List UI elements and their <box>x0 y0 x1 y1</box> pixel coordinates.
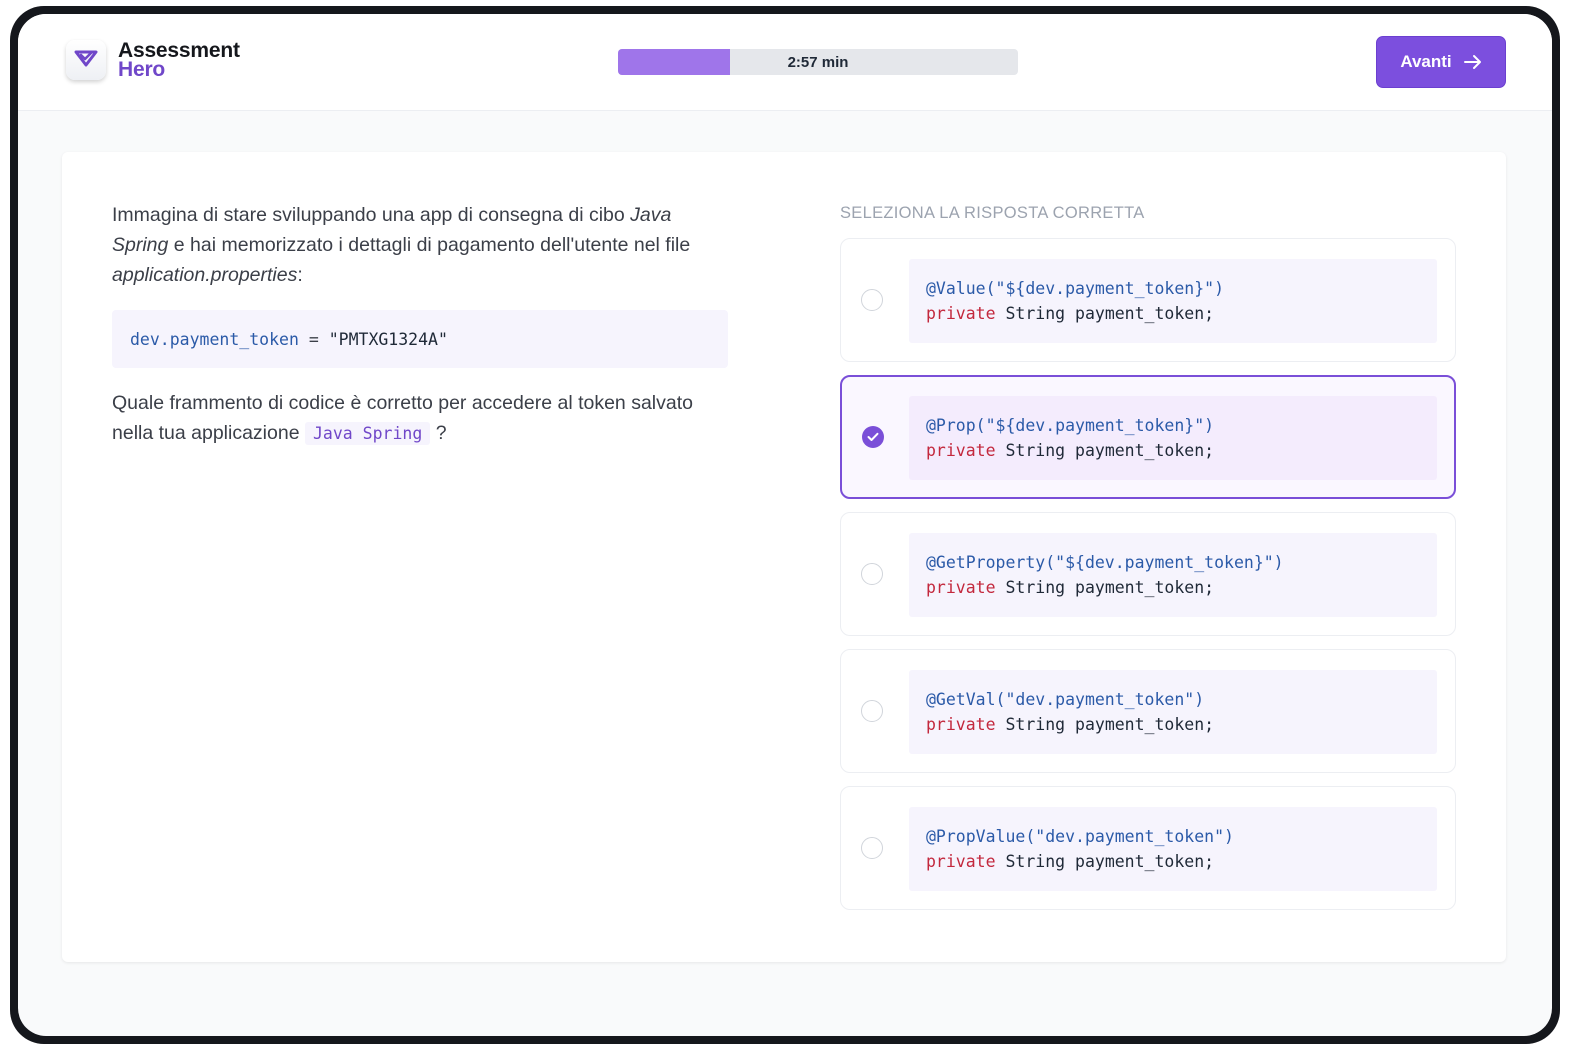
answer-option-3[interactable]: @GetProperty("${dev.payment_token}") pri… <box>840 512 1456 636</box>
next-button[interactable]: Avanti <box>1376 36 1506 88</box>
code-keyword: private <box>926 304 996 323</box>
intro-text-3: : <box>297 264 303 286</box>
radio-button[interactable] <box>861 700 883 722</box>
timer-progress-bar: 2:57 min <box>618 49 1018 75</box>
option-code: @Value("${dev.payment_token}") private S… <box>909 259 1437 343</box>
code-declaration: String payment_token; <box>995 441 1215 460</box>
code-annotation: @GetProperty("${dev.payment_token}") <box>926 553 1284 572</box>
radio-button-checked[interactable] <box>862 426 884 448</box>
code-declaration: String payment_token; <box>995 304 1215 323</box>
top-bar: Assessment Hero 2:57 min Avanti <box>18 14 1552 111</box>
logo-subtitle: Hero <box>118 58 166 81</box>
code-annotation: @Prop("${dev.payment_token}") <box>926 416 1215 435</box>
prompt-end: ? <box>435 422 447 444</box>
answer-option-4[interactable]: @GetVal("dev.payment_token") private Str… <box>840 649 1456 773</box>
answers-title: SELEZIONA LA RISPOSTA CORRETTA <box>840 204 1145 222</box>
code-key: dev.payment_token <box>130 329 299 349</box>
code-keyword: private <box>926 441 996 460</box>
intro-text-1: Immagina di stare sviluppando una app di… <box>112 204 631 226</box>
radio-button[interactable] <box>861 563 883 585</box>
question-intro: Immagina di stare sviluppando una app di… <box>112 200 732 290</box>
app-screen: Assessment Hero 2:57 min Avanti Immagina… <box>18 14 1552 1036</box>
logo-badge <box>66 40 106 80</box>
answer-option-2[interactable]: @Prop("${dev.payment_token}") private St… <box>840 375 1456 499</box>
properties-code-block: dev.payment_token = "PMTXG1324A" <box>112 310 728 368</box>
question-card: Immagina di stare sviluppando una app di… <box>62 152 1506 962</box>
device-frame: Assessment Hero 2:57 min Avanti Immagina… <box>10 6 1560 1044</box>
code-keyword: private <box>926 715 996 734</box>
option-code: @Prop("${dev.payment_token}") private St… <box>909 396 1437 480</box>
logo: Assessment Hero <box>66 40 240 80</box>
inline-code: Java Spring <box>304 422 431 445</box>
code-annotation: @Value("${dev.payment_token}") <box>926 279 1225 298</box>
next-button-label: Avanti <box>1400 52 1452 71</box>
question-prompt: Quale frammento di codice è corretto per… <box>112 388 732 449</box>
intro-italic-2: application.properties <box>112 264 298 286</box>
radio-button[interactable] <box>861 289 883 311</box>
code-declaration: String payment_token; <box>995 852 1215 871</box>
code-equals: = <box>298 329 329 349</box>
code-declaration: String payment_token; <box>995 578 1215 597</box>
code-keyword: private <box>926 578 996 597</box>
code-declaration: String payment_token; <box>995 715 1215 734</box>
option-code: @GetVal("dev.payment_token") private Str… <box>909 670 1437 754</box>
code-annotation: @GetVal("dev.payment_token") <box>926 690 1205 709</box>
code-keyword: private <box>926 852 996 871</box>
arrow-right-icon <box>1463 54 1482 70</box>
answer-option-5[interactable]: @PropValue("dev.payment_token") private … <box>840 786 1456 910</box>
option-code: @PropValue("dev.payment_token") private … <box>909 807 1437 891</box>
answer-option-1[interactable]: @Value("${dev.payment_token}") private S… <box>840 238 1456 362</box>
checkmark-icon <box>867 432 879 442</box>
timer-label: 2:57 min <box>787 53 849 71</box>
radio-button[interactable] <box>861 837 883 859</box>
check-chevron-icon <box>73 47 99 74</box>
intro-text-2: e hai memorizzato i dettagli di pagament… <box>168 234 691 256</box>
code-value: "PMTXG1324A" <box>328 329 448 349</box>
code-annotation: @PropValue("dev.payment_token") <box>926 827 1234 846</box>
option-code: @GetProperty("${dev.payment_token}") pri… <box>909 533 1437 617</box>
